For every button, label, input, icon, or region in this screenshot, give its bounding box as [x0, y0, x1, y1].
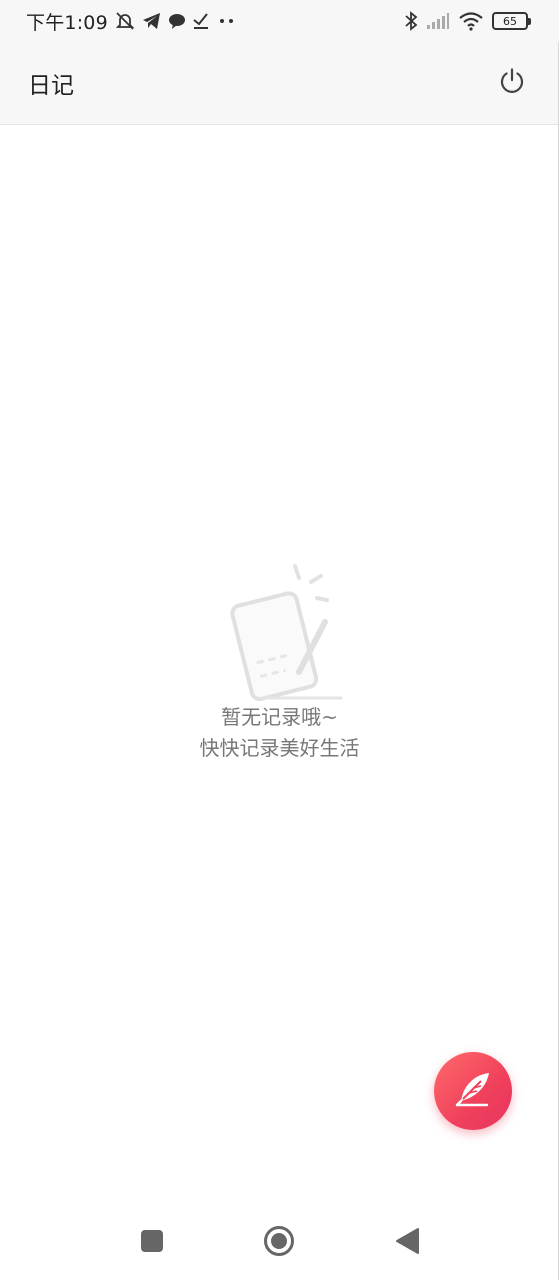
bluetooth-icon — [404, 11, 418, 31]
power-icon — [498, 67, 526, 99]
battery-level: 65 — [503, 14, 517, 28]
recents-square-icon — [140, 1229, 164, 1257]
recents-button[interactable] — [137, 1228, 167, 1258]
status-left: 下午1:09 — [26, 8, 238, 35]
empty-message: 暂无记录哦~ — [221, 705, 338, 729]
chat-bubble-icon — [168, 12, 186, 30]
telegram-icon — [142, 12, 162, 30]
status-right: 65 — [404, 11, 531, 31]
back-button[interactable] — [392, 1228, 422, 1258]
battery-icon: 65 — [492, 12, 531, 30]
download-check-icon — [192, 12, 210, 30]
wifi-icon — [458, 11, 484, 31]
notebook-pen-icon — [215, 560, 345, 710]
empty-state: 暂无记录哦~ 快快记录美好生活 — [0, 560, 559, 764]
home-circle-icon — [263, 1225, 295, 1261]
back-triangle-icon — [394, 1227, 420, 1259]
empty-hint: 快快记录美好生活 — [199, 736, 360, 760]
power-button[interactable] — [496, 67, 528, 99]
home-button[interactable] — [263, 1225, 295, 1261]
muted-bell-icon — [114, 11, 136, 31]
signal-icon — [426, 12, 450, 30]
more-dots-icon — [216, 16, 238, 26]
status-time: 下午1:09 — [26, 11, 108, 34]
page-title: 日记 — [28, 73, 74, 99]
feather-quill-icon — [451, 1069, 495, 1113]
app-bar: 日记 — [0, 42, 558, 125]
new-diary-button[interactable] — [434, 1052, 512, 1130]
screen: 下午1:09 65 日记 暂无记录哦~ 快快记录美好生活 — [0, 0, 559, 1280]
system-nav-bar — [0, 1204, 559, 1280]
status-bar: 下午1:09 65 — [0, 0, 559, 42]
